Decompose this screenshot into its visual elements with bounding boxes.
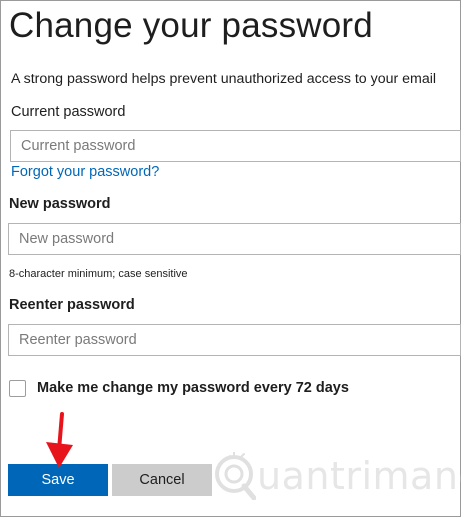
forgot-password-link[interactable]: Forgot your password? <box>11 164 159 180</box>
red-arrow-down-icon <box>46 412 73 468</box>
page-description: A strong password helps prevent unauthor… <box>11 71 437 87</box>
expire-password-label[interactable]: Make me change my password every 72 days <box>37 380 349 396</box>
reenter-password-label: Reenter password <box>9 297 135 313</box>
password-hint: 8-character minimum; case sensitive <box>9 268 188 280</box>
expire-password-checkbox[interactable] <box>9 380 26 397</box>
quantrimang-logo-icon <box>215 452 256 500</box>
new-password-label: New password <box>9 196 111 212</box>
current-password-label: Current password <box>11 104 126 120</box>
reenter-password-input[interactable] <box>8 324 461 356</box>
page-title: Change your password <box>9 6 373 45</box>
watermark: uantrimang <box>212 448 461 508</box>
cancel-button[interactable]: Cancel <box>112 464 212 496</box>
watermark-text: uantrimang <box>257 454 461 498</box>
new-password-input[interactable] <box>8 223 461 255</box>
current-password-input[interactable] <box>10 130 461 162</box>
